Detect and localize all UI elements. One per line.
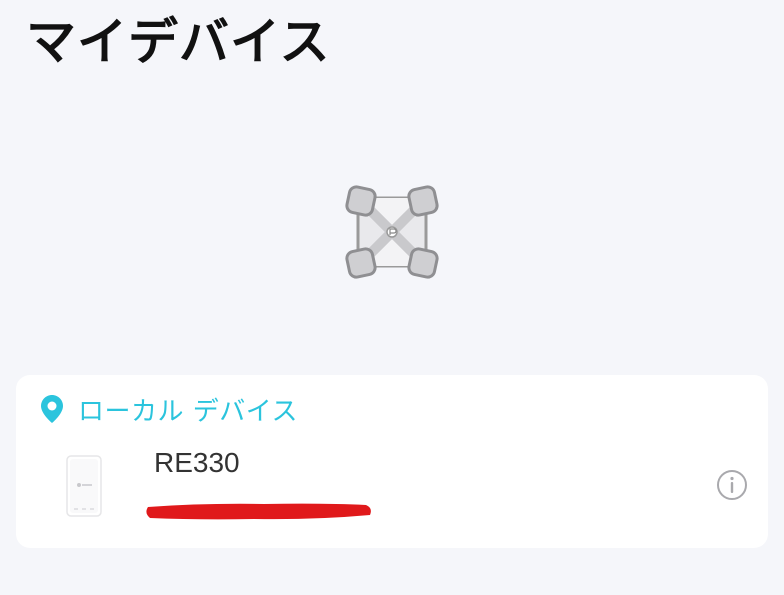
info-icon[interactable] xyxy=(716,469,748,501)
local-devices-header: ローカル デバイス xyxy=(40,391,298,427)
device-name: RE330 xyxy=(154,447,240,478)
device-placeholder-icon xyxy=(345,185,439,279)
device-list-item[interactable]: RE330 xyxy=(16,445,768,535)
local-devices-card: ローカル デバイス RE330 xyxy=(16,375,768,548)
redaction-mark xyxy=(146,503,371,520)
range-extender-icon xyxy=(66,455,102,517)
section-label: ローカル デバイス xyxy=(78,396,298,427)
location-pin-icon xyxy=(41,395,63,423)
page-title: マイデバイス xyxy=(26,13,331,71)
